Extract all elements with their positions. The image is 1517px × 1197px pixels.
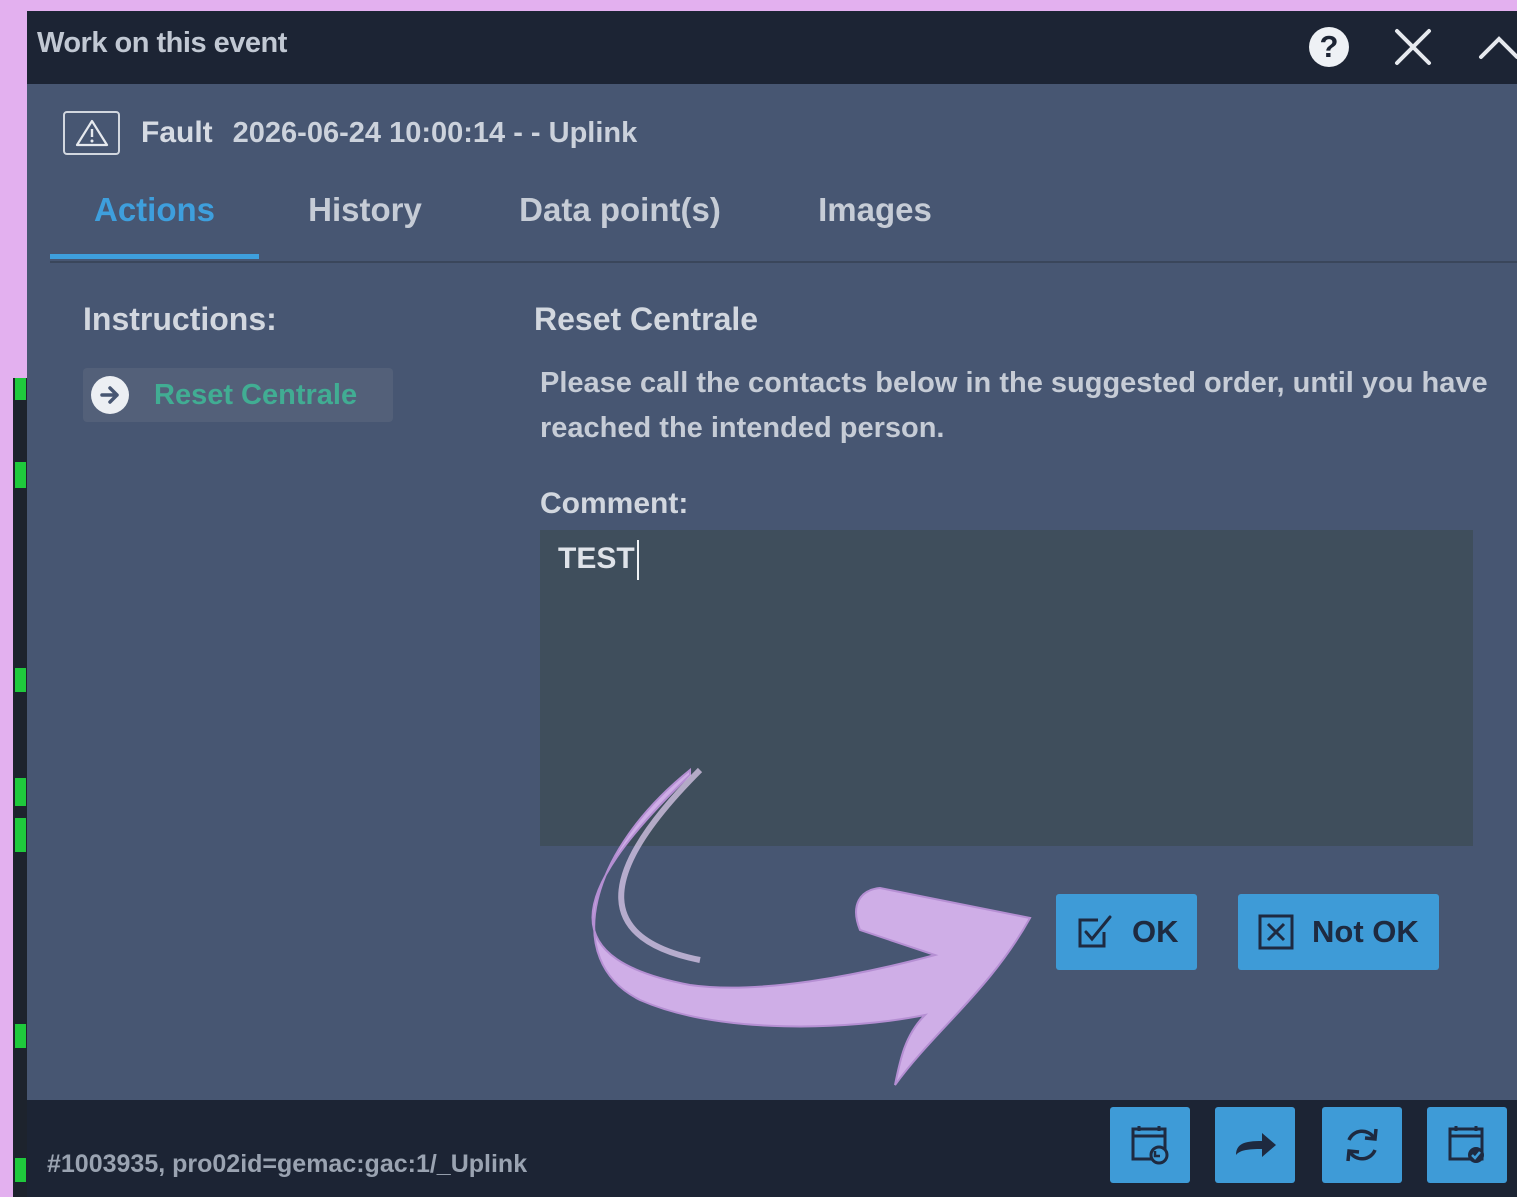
- tab-history[interactable]: History: [300, 181, 430, 259]
- not-ok-button[interactable]: Not OK: [1238, 894, 1439, 970]
- collapse-button[interactable]: [1477, 25, 1517, 69]
- close-icon: [1395, 29, 1431, 65]
- background-strip: [13, 378, 27, 1197]
- ok-button[interactable]: OK: [1056, 894, 1197, 970]
- schedule-done-button[interactable]: [1427, 1107, 1507, 1183]
- calendar-check-icon: [1448, 1126, 1484, 1163]
- dialog-footer: #1003935, pro02id=gemac:gac:1/_Uplink: [27, 1100, 1517, 1197]
- postpone-button[interactable]: [1110, 1107, 1190, 1183]
- refresh-icon: [1346, 1128, 1378, 1162]
- instruction-item-label: Reset Centrale: [154, 378, 358, 411]
- forward-arrow-icon: [1236, 1133, 1276, 1157]
- comment-label: Comment:: [540, 487, 689, 520]
- action-description: Please call the contacts below in the su…: [540, 367, 1488, 444]
- chevron-up-icon: [1479, 36, 1517, 59]
- warning-triangle-icon: [63, 111, 120, 155]
- tab-bar: Actions History Data point(s) Images: [50, 181, 1517, 263]
- help-icon: ?: [1309, 27, 1349, 67]
- comment-textarea[interactable]: TEST: [540, 530, 1473, 846]
- refresh-button[interactable]: [1322, 1107, 1402, 1183]
- event-dialog: Work on this event ? Fault 2026-06-24 10…: [27, 11, 1517, 1197]
- calendar-undo-icon: [1131, 1126, 1169, 1165]
- instructions-label: Instructions:: [83, 301, 277, 337]
- tab-images[interactable]: Images: [810, 181, 940, 259]
- dialog-title: Work on this event: [37, 27, 287, 59]
- instruction-item-reset-centrale[interactable]: Reset Centrale: [83, 368, 393, 422]
- comment-value: TEST: [558, 541, 635, 575]
- help-button[interactable]: ?: [1307, 25, 1351, 69]
- event-description: 2026-06-24 10:00:14 - - Uplink: [232, 116, 638, 149]
- forward-button[interactable]: [1215, 1107, 1295, 1183]
- dialog-titlebar: Work on this event ?: [27, 11, 1517, 84]
- action-title: Reset Centrale: [534, 301, 759, 337]
- status-text: #1003935, pro02id=gemac:gac:1/_Uplink: [47, 1150, 528, 1178]
- checkbox-x-icon: [1258, 914, 1294, 950]
- checkbox-check-icon: [1078, 915, 1112, 948]
- event-header: Fault 2026-06-24 10:00:14 - - Uplink: [63, 109, 637, 157]
- tab-actions[interactable]: Actions: [50, 181, 259, 259]
- tab-data-points[interactable]: Data point(s): [505, 181, 735, 259]
- arrow-right-circle-icon: [91, 376, 129, 414]
- text-caret: [636, 540, 639, 580]
- close-button[interactable]: [1391, 25, 1435, 69]
- event-type: Fault: [141, 116, 213, 149]
- ok-label: OK: [1132, 914, 1179, 949]
- not-ok-label: Not OK: [1312, 914, 1419, 949]
